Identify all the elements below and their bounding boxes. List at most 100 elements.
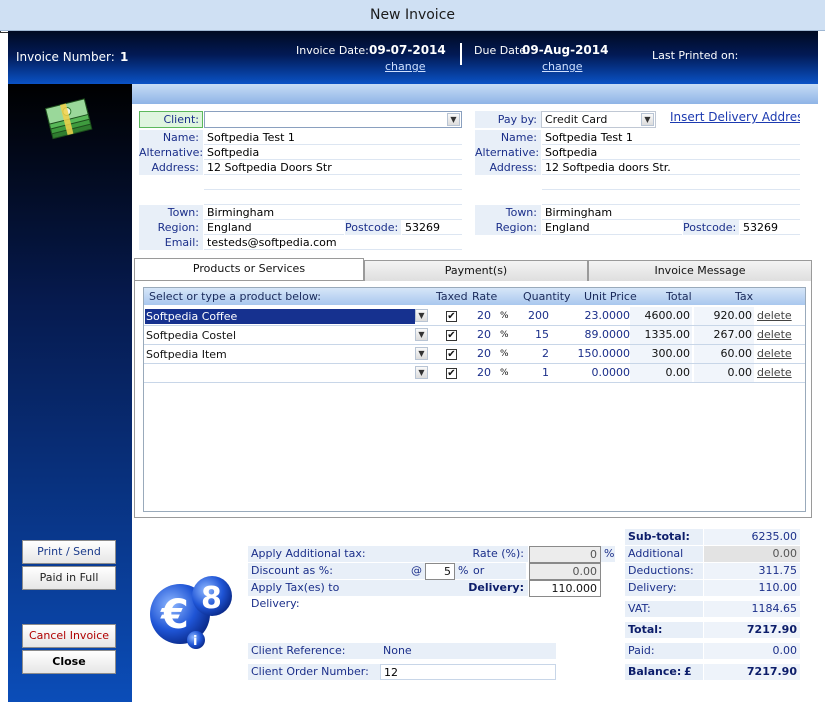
client-reference-field[interactable]: None — [380, 643, 556, 659]
invoice-date-label: Invoice Date: — [296, 44, 369, 57]
client-email-field[interactable]: testeds@softpedia.com — [204, 235, 462, 250]
quantity-value[interactable]: 1 — [514, 366, 549, 379]
client-address-label: Address: — [139, 160, 203, 175]
taxed-checkbox[interactable]: ✔ — [446, 349, 457, 360]
client-address-line3[interactable] — [204, 190, 462, 205]
discount-percent-input[interactable]: 5 — [425, 563, 455, 580]
chevron-down-icon[interactable]: ▼ — [415, 347, 428, 360]
insert-delivery-address-link[interactable]: Insert Delivery Address — [670, 110, 800, 125]
client-town-label: Town: — [139, 205, 203, 220]
client-postcode-field[interactable]: 53269 — [402, 220, 462, 235]
unit-price-value[interactable]: 89.0000 — [564, 328, 631, 341]
additional-tax-total-label: Additional Tax: — [625, 546, 703, 576]
delete-row-link[interactable]: delete — [757, 366, 792, 379]
delete-row-link[interactable]: delete — [757, 347, 792, 360]
delivery-address-line3[interactable] — [542, 190, 800, 205]
print-send-button[interactable]: Print / Send — [22, 540, 116, 564]
table-row[interactable]: Softpedia Costel ▼ ✔ 20% 15 89.0000 1335.00 267… — [144, 326, 805, 345]
delete-row-link[interactable]: delete — [757, 328, 792, 341]
invoice-date-change-link[interactable]: change — [385, 60, 425, 73]
tab-payments[interactable]: Payment(s) — [364, 260, 588, 281]
table-row[interactable]: Softpedia Coffee ▼ ✔ 20% 200 23.0000 4600.00 92… — [144, 307, 805, 326]
pay-by-value: Credit Card — [545, 113, 608, 126]
col-total: Total — [666, 290, 692, 303]
col-tax: Tax — [735, 290, 754, 303]
close-button[interactable]: Close — [22, 650, 116, 674]
rate-value[interactable]: 20 — [469, 366, 491, 379]
col-quantity: Quantity — [523, 290, 571, 303]
tax-value: 920.00 — [694, 307, 754, 325]
client-address-line2[interactable] — [204, 175, 462, 190]
invoice-number: 1 — [120, 50, 129, 64]
currency-symbol: £ — [681, 664, 703, 680]
client-alt-field[interactable]: Softpedia — [204, 145, 462, 160]
taxed-checkbox[interactable]: ✔ — [446, 311, 457, 322]
invoice-header: Invoice Number: 1 Invoice Date: 09-07-20… — [8, 31, 818, 84]
delivery-name-field[interactable]: Softpedia Test 1 — [542, 130, 800, 145]
total-label: Total: — [625, 622, 703, 638]
unit-price-value[interactable]: 0.0000 — [564, 366, 631, 379]
rate-value[interactable]: 20 — [469, 328, 491, 341]
client-combo[interactable]: ▼ — [204, 111, 462, 128]
section-bar — [132, 84, 818, 104]
quantity-value[interactable]: 200 — [514, 309, 549, 322]
tax-value: 60.00 — [694, 345, 754, 363]
cancel-invoice-button[interactable]: Cancel Invoice — [22, 624, 116, 648]
due-date: 09-Aug-2014 — [522, 43, 609, 57]
total-value: 0.00 — [630, 364, 692, 382]
chevron-down-icon[interactable]: ▼ — [415, 328, 428, 341]
product-name[interactable]: Softpedia Coffee — [145, 309, 415, 324]
taxed-checkbox[interactable]: ✔ — [446, 368, 457, 379]
svg-text:i: i — [193, 634, 197, 649]
delivery-input[interactable]: 110.000 — [529, 580, 601, 597]
table-row[interactable]: ▼ ✔ 20% 1 0.0000 0.00 0.00 delete — [144, 364, 805, 383]
delivery-postcode-field[interactable]: 53269 — [740, 220, 800, 235]
product-name[interactable] — [145, 366, 415, 381]
col-unit-price: Unit Price — [584, 290, 637, 303]
last-printed-label: Last Printed on: — [652, 49, 739, 62]
due-date-change-link[interactable]: change — [542, 60, 582, 73]
pay-by-combo[interactable]: Credit Card ▼ — [541, 111, 656, 128]
quantity-value[interactable]: 2 — [514, 347, 549, 360]
window-title: New Invoice — [0, 0, 825, 31]
paid-in-full-button[interactable]: Paid in Full — [22, 566, 116, 590]
unit-price-value[interactable]: 23.0000 — [564, 309, 631, 322]
rate-value[interactable]: 20 — [469, 309, 491, 322]
product-name[interactable]: Softpedia Item — [145, 347, 415, 362]
rate-percent: % — [500, 368, 509, 378]
client-address-line1[interactable]: 12 Softpedia Doors Str — [204, 160, 462, 175]
quantity-value[interactable]: 15 — [514, 328, 549, 341]
delivery-address-line1[interactable]: 12 Softpedia doors Str. — [542, 160, 800, 175]
delivery-town-label: Town: — [475, 205, 541, 220]
delivery-address-line2[interactable] — [542, 175, 800, 190]
delivery-postcode-label: Postcode: — [683, 220, 739, 235]
taxed-checkbox[interactable]: ✔ — [446, 330, 457, 341]
table-row[interactable]: Softpedia Item ▼ ✔ 20% 2 150.0000 300.00 60.00 d… — [144, 345, 805, 364]
client-region-field[interactable]: England — [204, 220, 344, 235]
discount-label: Discount as %: — [248, 563, 380, 579]
chevron-down-icon[interactable]: ▼ — [415, 309, 428, 322]
tab-products[interactable]: Products or Services — [134, 258, 364, 280]
rate-input[interactable]: 0 — [529, 546, 601, 563]
delivery-alt-field[interactable]: Softpedia — [542, 145, 800, 160]
chevron-down-icon[interactable]: ▼ — [447, 113, 460, 126]
deductions-label: Deductions: — [625, 563, 703, 579]
client-town-field[interactable]: Birmingham — [204, 205, 462, 220]
delivery-region-field[interactable]: England — [542, 220, 682, 235]
chevron-down-icon[interactable]: ▼ — [415, 366, 428, 379]
delete-row-link[interactable]: delete — [757, 309, 792, 322]
tab-invoice-message[interactable]: Invoice Message — [588, 260, 812, 281]
delivery-address-label: Address: — [475, 160, 541, 175]
col-rate: Rate — [472, 290, 498, 303]
product-name[interactable]: Softpedia Costel — [145, 328, 415, 343]
deduct-input[interactable]: 0.00 — [529, 563, 601, 580]
delivery-town-field[interactable]: Birmingham — [542, 205, 800, 220]
delivery-alt-label: Alternative: — [475, 145, 541, 160]
client-name-field[interactable]: Softpedia Test 1 — [204, 130, 462, 145]
rate-value[interactable]: 20 — [469, 347, 491, 360]
unit-price-value[interactable]: 150.0000 — [564, 347, 631, 360]
grid-header: Select or type a product below: Taxed Ra… — [144, 288, 805, 305]
client-postcode-label: Postcode: — [345, 220, 401, 235]
client-order-field[interactable]: 12 — [380, 664, 556, 680]
chevron-down-icon[interactable]: ▼ — [641, 113, 654, 126]
